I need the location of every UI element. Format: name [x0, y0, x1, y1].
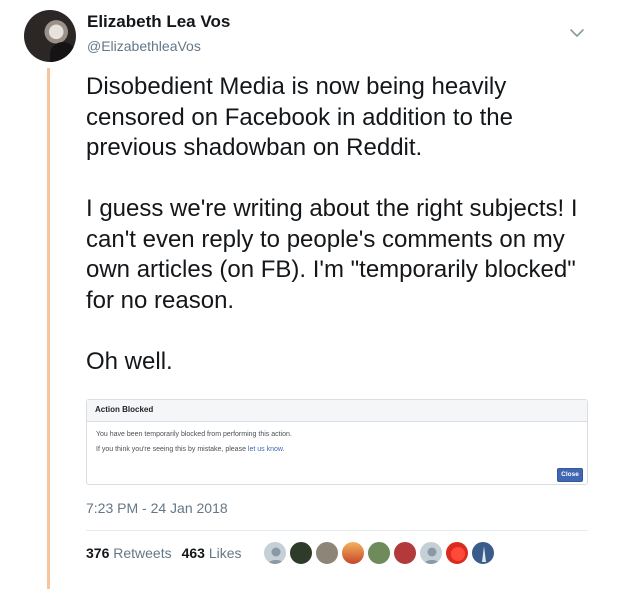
tweet-stats: 376 Retweets 463 Likes: [86, 545, 242, 561]
embed-message-line: You have been temporarily blocked from p…: [96, 431, 292, 438]
user-handle[interactable]: @ElizabethleaVos: [87, 38, 201, 54]
likes-label: Likes: [208, 545, 242, 561]
tweet-text: Disobedient Media is now being heavily c…: [86, 72, 606, 408]
avatar[interactable]: [24, 10, 76, 62]
sign-avatar-icon[interactable]: [393, 541, 417, 565]
landscape-avatar-icon[interactable]: [367, 541, 391, 565]
embed-message-suffix: .: [282, 446, 285, 453]
likers-avatars: [263, 541, 495, 565]
default-avatar-icon[interactable]: [419, 541, 443, 565]
embed-dialog-title: Action Blocked: [87, 400, 587, 422]
divider: [86, 530, 588, 531]
display-name[interactable]: Elizabeth Lea Vos: [87, 12, 230, 32]
thread-connector-line: [47, 68, 50, 589]
sunset-avatar-icon[interactable]: [341, 541, 365, 565]
red-badge-avatar-icon[interactable]: [445, 541, 469, 565]
tweet-paragraph: Oh well.: [86, 347, 173, 375]
default-avatar-icon[interactable]: [263, 541, 287, 565]
building-avatar-icon[interactable]: [315, 541, 339, 565]
embed-message-prefix: If you think you're seeing this by mista…: [96, 446, 248, 453]
tweet-paragraph: Disobedient Media is now being heavily c…: [86, 73, 513, 161]
embedded-screenshot[interactable]: Action Blocked You have been temporarily…: [86, 399, 588, 485]
retweets-stat[interactable]: 376 Retweets: [86, 545, 172, 561]
monument-avatar-icon[interactable]: [471, 541, 495, 565]
likes-stat[interactable]: 463 Likes: [182, 545, 242, 561]
embed-close-button: Close: [557, 468, 583, 482]
embed-message-line: If you think you're seeing this by mista…: [96, 446, 285, 453]
embed-let-us-know-link: let us know: [247, 446, 283, 453]
retweets-count: 376: [86, 545, 110, 561]
tweet-paragraph: I guess we're writing about the right su…: [86, 195, 578, 314]
tree-avatar-icon[interactable]: [289, 541, 313, 565]
retweets-label: Retweets: [113, 545, 172, 561]
likes-count: 463: [181, 545, 205, 561]
tweet-timestamp[interactable]: 7:23 PM - 24 Jan 2018: [86, 500, 228, 516]
chevron-down-icon[interactable]: [568, 26, 586, 40]
